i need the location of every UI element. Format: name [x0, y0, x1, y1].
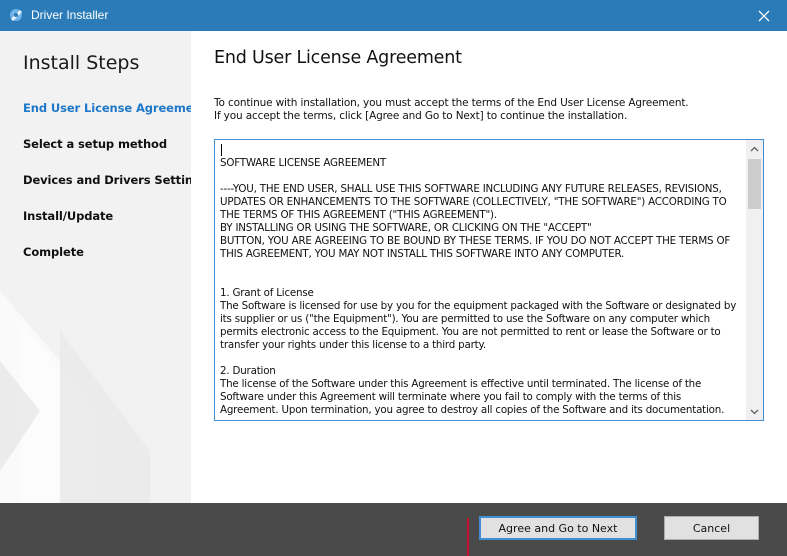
- close-icon: [758, 10, 770, 21]
- scroll-down-button[interactable]: [746, 403, 763, 420]
- eula-text: SOFTWARE LICENSE AGREEMENT ----YOU, THE …: [220, 157, 737, 416]
- page-title: End User License Agreement: [214, 48, 462, 68]
- vertical-scrollbar[interactable]: [746, 140, 763, 420]
- chevron-up-icon: [750, 146, 759, 151]
- cancel-button[interactable]: Cancel: [664, 516, 759, 540]
- step-devices-and-drivers-settings: Devices and Drivers Settings: [23, 173, 191, 187]
- install-steps-sidebar: Install Steps End User License Agreement…: [0, 31, 191, 503]
- scrollbar-thumb[interactable]: [748, 159, 761, 209]
- step-complete: Complete: [23, 245, 84, 259]
- scroll-up-button[interactable]: [746, 140, 763, 157]
- agree-and-go-to-next-button[interactable]: Agree and Go to Next: [479, 516, 637, 540]
- close-button[interactable]: [741, 0, 787, 31]
- title-bar: Driver Installer: [0, 0, 787, 31]
- footer-bar: Agree and Go to Next Cancel: [0, 503, 787, 556]
- install-steps-title: Install Steps: [23, 52, 140, 74]
- installer-app-icon: [10, 9, 22, 21]
- instructions-text: To continue with installation, you must …: [214, 97, 774, 123]
- instructions-line: If you accept the terms, click [Agree an…: [214, 110, 628, 122]
- mouse-pointer-indicator: [467, 518, 469, 556]
- eula-text-area[interactable]: SOFTWARE LICENSE AGREEMENT ----YOU, THE …: [214, 139, 764, 421]
- step-select-setup-method: Select a setup method: [23, 137, 167, 151]
- chevron-down-icon: [750, 409, 759, 414]
- step-end-user-license-agreement: End User License Agreement: [23, 101, 191, 115]
- instructions-line: To continue with installation, you must …: [214, 97, 689, 109]
- window-title: Driver Installer: [31, 8, 109, 22]
- step-install-update: Install/Update: [23, 209, 114, 223]
